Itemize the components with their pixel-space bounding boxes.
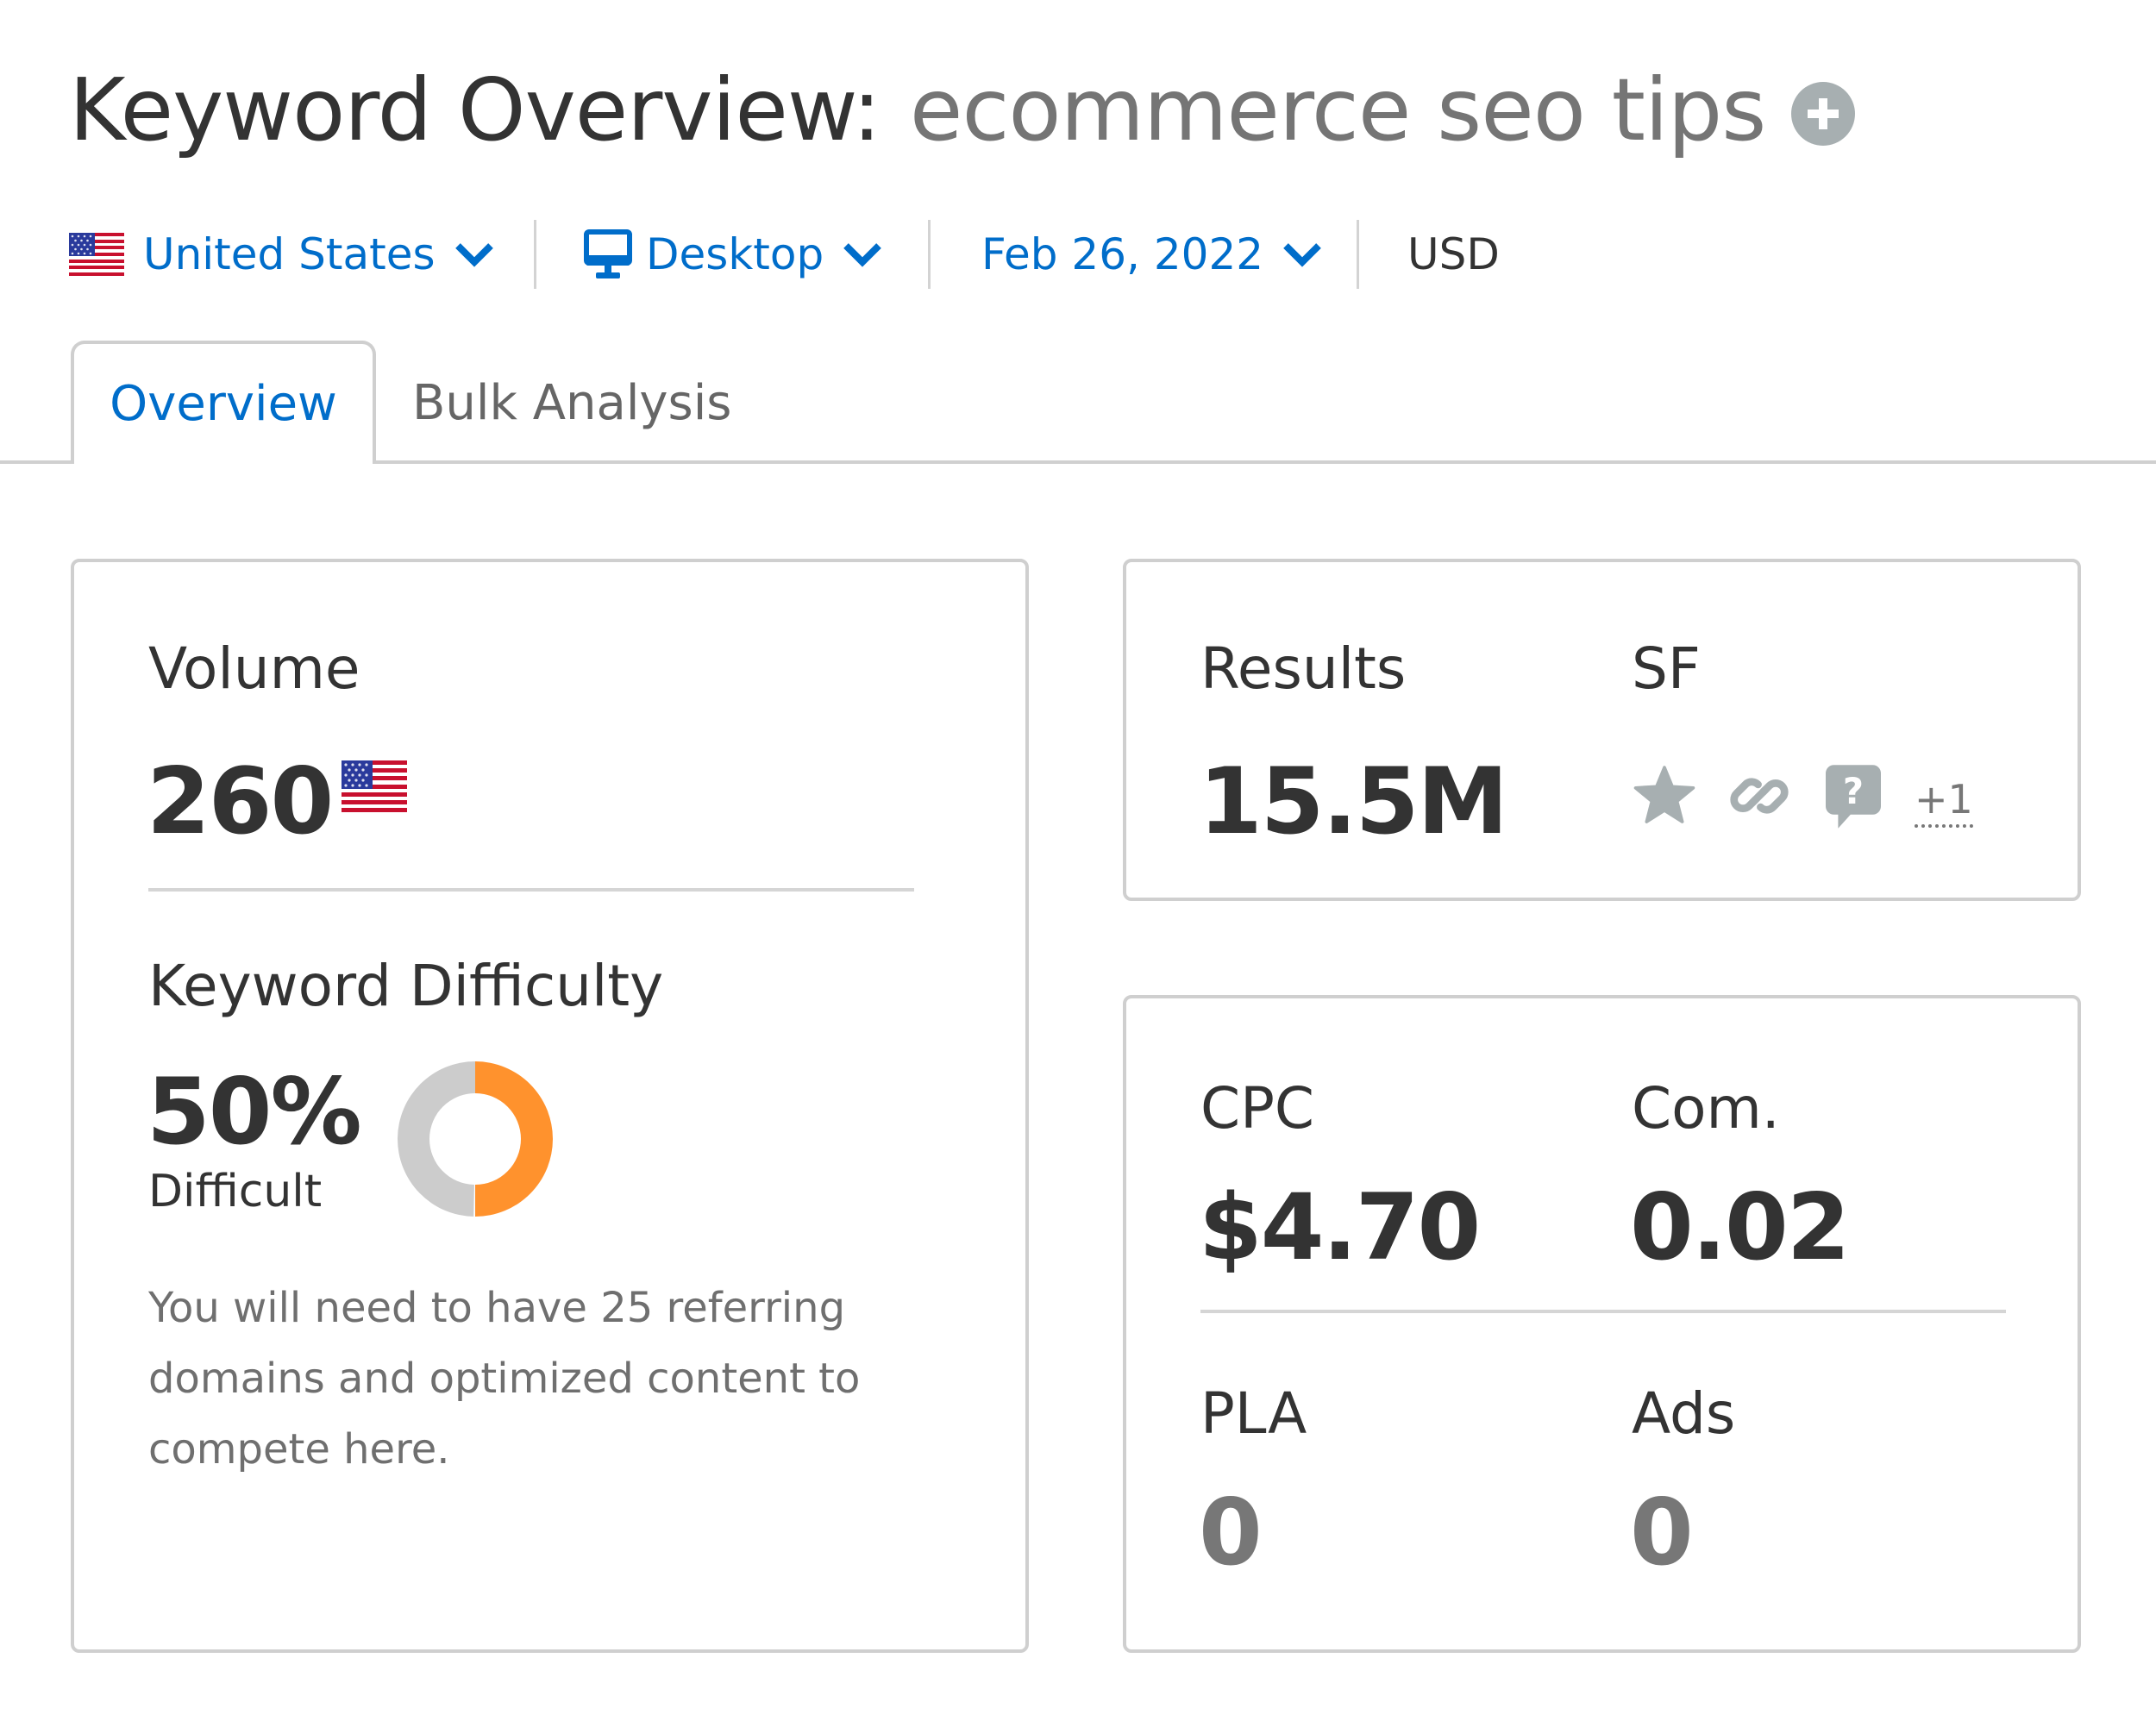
- pla-value: 0: [1199, 1480, 1263, 1586]
- sf-more-link[interactable]: +1: [1915, 778, 1973, 828]
- keyword-text: ecommerce seo tips: [909, 59, 1766, 160]
- results-card: Results 15.5M SF ? +1: [1123, 559, 2081, 901]
- date-selector[interactable]: Feb 26, 2022: [981, 226, 1322, 283]
- kd-description: You will need to have 25 referring domai…: [148, 1284, 861, 1474]
- question-bubble-icon[interactable]: ?: [1826, 765, 1881, 829]
- kd-value: 50%: [147, 1059, 362, 1165]
- pla-label: PLA: [1200, 1380, 1307, 1447]
- competition-label: Com.: [1632, 1075, 1780, 1142]
- star-icon[interactable]: [1633, 765, 1696, 825]
- results-value: 15.5M: [1199, 748, 1508, 854]
- sf-label: SF: [1632, 635, 1701, 702]
- volume-kd-card: Volume 260 Keyword Difficulty 50% Diffic…: [71, 559, 1029, 1653]
- page-title: Keyword Overview: ecommerce seo tips: [69, 50, 1856, 171]
- filter-divider: [534, 220, 536, 289]
- cpc-label: CPC: [1200, 1075, 1314, 1142]
- competition-value: 0.02: [1630, 1174, 1851, 1280]
- currency-label: USD: [1407, 229, 1500, 279]
- filter-divider: [1357, 220, 1359, 289]
- kd-donut-empty-segment: [398, 1061, 475, 1217]
- svg-text:?: ?: [1843, 770, 1864, 812]
- us-flag-icon: [342, 760, 407, 812]
- us-flag-icon: [69, 233, 124, 276]
- plus-circle-icon[interactable]: [1791, 82, 1856, 146]
- kd-label: Keyword Difficulty: [148, 953, 664, 1019]
- chevron-down-icon: [843, 243, 882, 267]
- cpc-card: CPC $4.70 Com. 0.02 PLA 0 Ads 0: [1123, 995, 2081, 1653]
- volume-label: Volume: [148, 635, 360, 702]
- device-label: Desktop: [646, 229, 824, 279]
- chevron-down-icon: [454, 243, 493, 267]
- link-icon[interactable]: [1727, 766, 1791, 826]
- ads-value: 0: [1630, 1480, 1694, 1586]
- kd-donut-chart: [398, 1061, 553, 1217]
- results-label: Results: [1200, 635, 1407, 702]
- tab-bulk-analysis[interactable]: Bulk Analysis: [412, 343, 731, 460]
- device-selector[interactable]: Desktop: [584, 226, 882, 283]
- country-label: United States: [143, 229, 436, 279]
- section-divider: [148, 888, 914, 892]
- section-divider: [1200, 1310, 2006, 1313]
- volume-value: 260: [147, 748, 334, 854]
- kd-level: Difficult: [148, 1166, 323, 1217]
- country-selector[interactable]: United States: [69, 226, 494, 283]
- kd-donut-filled-segment: [475, 1061, 553, 1217]
- date-label: Feb 26, 2022: [981, 229, 1264, 279]
- cpc-value: $4.70: [1199, 1174, 1481, 1280]
- monitor-icon: [584, 229, 632, 278]
- ads-label: Ads: [1632, 1380, 1736, 1447]
- page-title-prefix: Keyword Overview:: [69, 59, 881, 160]
- tab-overview[interactable]: Overview: [71, 341, 376, 464]
- chevron-down-icon: [1283, 243, 1321, 267]
- filter-divider: [928, 220, 931, 289]
